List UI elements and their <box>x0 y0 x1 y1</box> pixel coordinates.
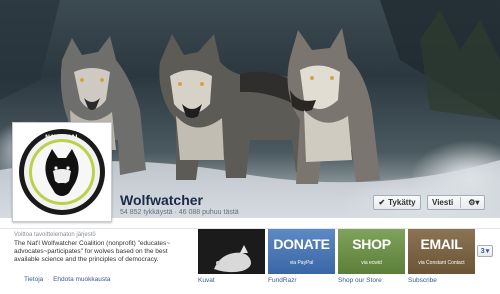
wolfwatcher-logo: NATIONAL <box>19 129 105 215</box>
svg-text:NATIONAL: NATIONAL <box>45 134 79 141</box>
chevron-down-icon: ▾ <box>485 248 490 255</box>
message-button[interactable]: Viesti ⚙▾ <box>427 195 485 210</box>
gear-icon[interactable]: ⚙▾ <box>468 198 479 207</box>
app-label-photos[interactable]: Kuvat <box>198 277 265 284</box>
email-tile-subtitle: via Constant Contact <box>418 260 465 266</box>
app-label-fundrazr[interactable]: FundRazr <box>268 277 335 284</box>
page-title[interactable]: Wolfwatcher <box>120 192 203 208</box>
shop-tile-subtitle: via ecwid <box>361 260 382 266</box>
app-label-shop[interactable]: Shop our Store <box>338 277 405 284</box>
more-apps-count: 3 <box>480 247 485 255</box>
donate-tile[interactable]: DONATE via PayPal <box>268 229 335 274</box>
donate-tile-subtitle: via PayPal <box>289 260 314 266</box>
suggest-edit-link[interactable]: Ehdota muokkausta <box>53 276 110 283</box>
about-link[interactable]: Tietoja <box>24 276 43 283</box>
message-button-label: Viesti <box>432 198 454 207</box>
like-button-label: Tykätty <box>388 198 416 207</box>
shop-tile[interactable]: SHOP via ecwid <box>338 229 405 274</box>
about-section: Voittoa tavoittelematon järjestö The Nat… <box>14 232 192 264</box>
email-tile-title: EMAIL <box>420 236 463 252</box>
page-category: Voittoa tavoittelematon järjestö <box>14 232 96 238</box>
email-tile[interactable]: EMAIL via Constant Contact <box>408 229 475 274</box>
more-apps-button[interactable]: 3 ▾ <box>477 245 493 257</box>
about-links: Tietoja · Ehdota muokkausta <box>24 276 111 283</box>
app-label-subscribe[interactable]: Subscribe <box>408 277 475 284</box>
separator-dot: · <box>47 276 50 283</box>
donate-tile-title: DONATE <box>273 236 330 252</box>
wolf-right <box>287 28 380 184</box>
photos-tile[interactable] <box>198 229 265 274</box>
like-button[interactable]: ✔ Tykätty <box>373 195 421 210</box>
profile-picture[interactable]: NATIONAL <box>12 122 112 222</box>
button-separator <box>460 197 462 208</box>
page-stats: 54 852 tykkäystä · 46 088 puhuu tästä <box>120 209 239 216</box>
shop-tile-title: SHOP <box>352 236 391 252</box>
check-icon: ✔ <box>378 198 386 207</box>
page-description: The Nat'l Wolfwatcher Coalition (nonprof… <box>14 240 171 263</box>
photo-thumbnail <box>198 229 265 274</box>
